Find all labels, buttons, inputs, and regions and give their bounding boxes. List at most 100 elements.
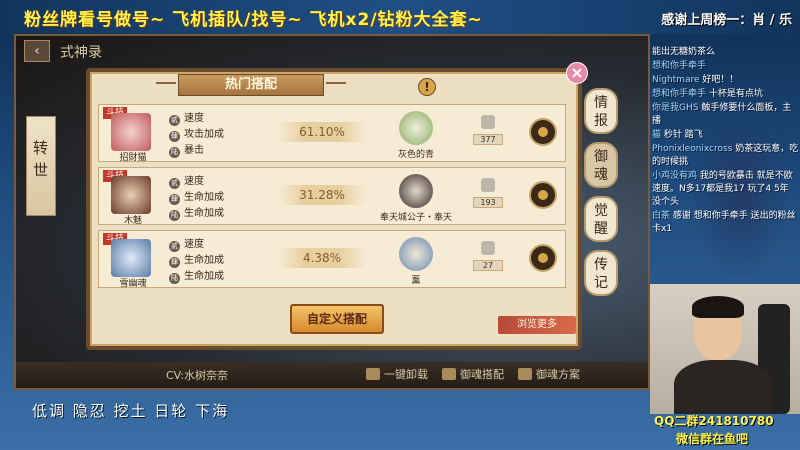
chat-message: 猫 秒针 踏飞 bbox=[652, 129, 800, 142]
attr-line: 肆生命加成 bbox=[169, 188, 224, 205]
soul-match-button[interactable]: 御魂搭配 bbox=[442, 366, 504, 382]
one-click-unequip-label: 一键卸载 bbox=[384, 368, 428, 381]
streamer-body bbox=[674, 360, 772, 414]
header-decoration bbox=[156, 82, 176, 84]
shikigami-portrait bbox=[111, 176, 151, 214]
chat-user: 想和你手牵手 bbox=[652, 89, 707, 99]
header-decoration bbox=[326, 82, 346, 84]
side-tab-info[interactable]: 情报 bbox=[584, 88, 618, 134]
chat-text: 感谢 想和你手牵手 送出的粉丝卡x1 bbox=[652, 211, 796, 234]
chat-user: Nightmare bbox=[652, 75, 700, 85]
webcam-feed bbox=[650, 284, 800, 414]
shikigami-portrait bbox=[111, 239, 151, 277]
attr-line: 贰速度 bbox=[169, 172, 204, 189]
chat-user: Phonixleonixcross bbox=[652, 144, 733, 154]
equip-button[interactable] bbox=[529, 244, 557, 272]
side-tab-info-label: 情报 bbox=[594, 95, 608, 129]
chat-message: 小鸡没有鸡 我的号欧暴击 就是不欧速度。N多17都是我17 玩了4 5年 没个头 bbox=[652, 170, 800, 209]
side-tab-soul-label: 御魂 bbox=[594, 149, 608, 183]
chat-message: Nightmare 好吧！！ bbox=[652, 74, 800, 87]
attr-label: 速度 bbox=[184, 176, 204, 187]
soul-plan-icon bbox=[518, 368, 532, 380]
match-row: 斗技 木魅 贰速度 肆生命加成 陆生命加成 31.28% 奉天城公子・奉天 19… bbox=[98, 167, 566, 226]
slot-6-icon: 陆 bbox=[169, 147, 180, 158]
rebirth-tab-label: 转世 bbox=[33, 139, 49, 179]
custom-match-button[interactable]: 自定义搭配 bbox=[290, 304, 384, 334]
thumb-up-icon bbox=[481, 241, 495, 255]
back-button[interactable]: ‹ bbox=[24, 40, 50, 62]
usage-percent: 31.28% bbox=[277, 185, 367, 205]
soul-name: 奉天城公子・奉天 bbox=[379, 213, 452, 223]
attr-line: 肆攻击加成 bbox=[169, 125, 224, 142]
chat-message: 想和你手牵手 bbox=[652, 60, 800, 73]
rebirth-tab[interactable]: 转世 bbox=[26, 116, 56, 216]
unequip-icon bbox=[366, 368, 380, 380]
chat-message: 白茶 感谢 想和你手牵手 送出的粉丝卡x1 bbox=[652, 210, 800, 236]
qq-group: QQ二群241810780 bbox=[654, 414, 774, 428]
attr-label: 攻击加成 bbox=[184, 129, 224, 140]
attr-line: 陆生命加成 bbox=[169, 204, 224, 221]
attr-line: 贰速度 bbox=[169, 235, 204, 252]
chat-message: 能出无糖奶茶么 bbox=[652, 46, 800, 59]
like-button[interactable]: 27 bbox=[473, 241, 503, 281]
thumb-up-icon bbox=[481, 178, 495, 192]
chat-text: 好吧！！ bbox=[702, 75, 739, 85]
soul-icon bbox=[399, 174, 433, 208]
game-bottom-bar: CV:水树奈奈 一键卸载 御魂搭配 御魂方案 bbox=[16, 362, 648, 388]
attr-label: 生命加成 bbox=[184, 271, 224, 282]
side-tab-bio[interactable]: 传记 bbox=[584, 250, 618, 296]
game-title: 式神录 bbox=[60, 45, 102, 61]
chat-user: 猫 bbox=[652, 130, 662, 140]
attr-line: 肆生命加成 bbox=[169, 251, 224, 268]
side-tab-soul[interactable]: 御魂 bbox=[584, 142, 618, 188]
chat-user: 你是我GHS bbox=[652, 103, 699, 113]
browse-more-button[interactable]: 浏览更多 bbox=[498, 316, 576, 334]
soul-name: 薰 bbox=[411, 276, 421, 286]
usage-percent: 4.38% bbox=[277, 248, 367, 268]
banner-thanks: 感谢上周榜一：肖 / 乐 bbox=[661, 13, 792, 28]
attr-label: 生命加成 bbox=[184, 208, 224, 219]
chat-message: Phonixleonixcross 奶茶这玩意，吃的时候挑 bbox=[652, 143, 800, 169]
close-button[interactable]: × bbox=[566, 62, 588, 84]
match-row: 斗技 雪幽魂 贰速度 肆生命加成 陆生命加成 4.38% 薰 27 bbox=[98, 230, 566, 289]
panel-title: 热门搭配 bbox=[178, 74, 324, 96]
chat-message: 想和你手牵手 十杯是有点坑 bbox=[652, 88, 800, 101]
usage-percent: 61.10% bbox=[277, 122, 367, 142]
attr-line: 陆生命加成 bbox=[169, 267, 224, 284]
soul-match-label: 御魂搭配 bbox=[460, 368, 504, 381]
banner-title: 粉丝牌看号做号~ 飞机插队/找号~ 飞机x2/钻粉大全套~ bbox=[24, 10, 483, 30]
wechat-group: 微信群在鱼吧 bbox=[676, 432, 749, 446]
attr-label: 速度 bbox=[184, 239, 204, 250]
thumb-up-icon bbox=[481, 115, 495, 129]
equip-button[interactable] bbox=[529, 181, 557, 209]
chat-panel: 能出无糖奶茶么 想和你手牵手 Nightmare 好吧！！ 想和你手牵手 十杯是… bbox=[652, 46, 800, 236]
attr-label: 生命加成 bbox=[184, 255, 224, 266]
like-button[interactable]: 193 bbox=[473, 178, 503, 218]
chat-user: 小鸡没有鸡 bbox=[652, 171, 698, 181]
chat-text: 能出无糖奶茶么 bbox=[652, 47, 716, 57]
side-tab-awaken[interactable]: 觉醒 bbox=[584, 196, 618, 242]
like-button[interactable]: 377 bbox=[473, 115, 503, 155]
attr-label: 速度 bbox=[184, 113, 204, 124]
chat-text: 十杯是有点坑 bbox=[708, 89, 763, 99]
streamer-hair bbox=[692, 296, 744, 318]
side-tab-bio-label: 传记 bbox=[594, 257, 608, 291]
one-click-unequip-button[interactable]: 一键卸载 bbox=[366, 366, 428, 382]
soul-icon bbox=[399, 237, 433, 271]
slot-6-icon: 陆 bbox=[169, 210, 180, 221]
like-count: 193 bbox=[473, 197, 503, 208]
soul-match-icon bbox=[442, 368, 456, 380]
soul-name: 灰色的青 bbox=[397, 150, 434, 160]
attr-label: 暴击 bbox=[184, 145, 204, 156]
shikigami-name: 招財猫 bbox=[119, 153, 147, 163]
stream-banner: 粉丝牌看号做号~ 飞机插队/找号~ 飞机x2/钻粉大全套~ 感谢上周榜一：肖 /… bbox=[0, 0, 800, 34]
side-tab-awaken-label: 觉醒 bbox=[594, 203, 608, 237]
stream-caption: 低调 隐忍 挖土 日轮 下海 bbox=[32, 402, 230, 420]
info-icon[interactable]: ! bbox=[418, 78, 436, 96]
shikigami-name: 木魅 bbox=[123, 216, 142, 226]
soul-plan-button[interactable]: 御魂方案 bbox=[518, 366, 580, 382]
equip-button[interactable] bbox=[529, 118, 557, 146]
like-count: 27 bbox=[473, 260, 503, 271]
shikigami-portrait bbox=[111, 113, 151, 151]
shikigami-name: 雪幽魂 bbox=[119, 279, 147, 289]
